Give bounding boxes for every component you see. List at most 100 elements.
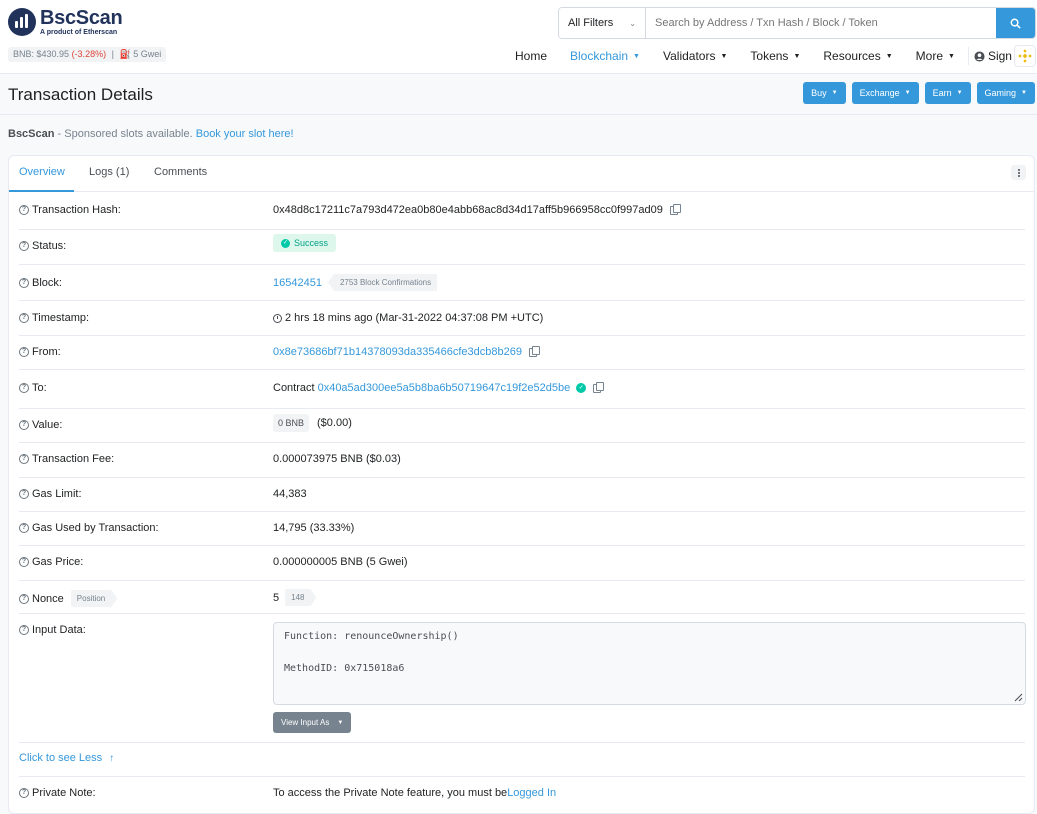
question-icon[interactable]: ? (19, 625, 29, 635)
logo-tagline: A product of Etherscan (40, 29, 118, 36)
earn-button[interactable]: Earn ▼ (924, 82, 971, 104)
nonce-value: 5 (273, 591, 280, 604)
to-label: ? To: (19, 382, 47, 394)
tab-bar: Overview Logs (1) Comments (9, 156, 1034, 192)
block-number-link[interactable]: 16542451 (273, 277, 322, 289)
buy-label: Buy (811, 88, 827, 98)
question-icon[interactable]: ? (19, 241, 29, 251)
question-icon[interactable]: ? (19, 383, 29, 393)
sponsor-brand: BscScan (8, 128, 55, 140)
copy-icon[interactable] (593, 381, 605, 393)
to-contract-prefix: Contract (273, 382, 315, 394)
search-input[interactable] (646, 8, 996, 38)
verified-check-icon: ✓ (576, 383, 587, 393)
tx-hash-value: 0x48d8c17211c7a793d472ea0b80e4abb68ac8d3… (273, 204, 663, 216)
nav-more-label: More (915, 49, 944, 63)
timestamp-value: 2 hrs 18 mins ago (Mar-31-2022 04:37:08 … (285, 312, 544, 324)
copy-icon[interactable] (528, 345, 540, 357)
question-icon[interactable]: ? (19, 593, 29, 604)
usd-value: ($0.00) (317, 417, 352, 429)
from-address-link[interactable]: 0x8e73686bf71b14378093da335466cfe3dcb8b2… (273, 346, 522, 358)
row-tx-hash: ? Transaction Hash: 0x48d8c17211c7a793d47… (19, 192, 1025, 230)
private-note-text: To access the Private Note feature, you … (273, 787, 508, 799)
view-input-as-label: View Input As (281, 718, 330, 727)
status-value-wrap: ✓ Success (273, 234, 337, 252)
question-icon[interactable]: ? (19, 489, 29, 499)
row-transaction-fee: ? Transaction Fee: 0.000073975 BNB ($0.03… (19, 443, 1025, 478)
private-note-label: ? Private Note: (19, 787, 96, 799)
bnb-price-change: (-3.28%) (71, 49, 107, 59)
chevron-down-icon: ▼ (831, 90, 838, 96)
gas-price[interactable]: 5 Gwei (133, 49, 161, 59)
question-icon[interactable]: ? (19, 523, 29, 533)
row-gas-price: ? Gas Price: 0.000000005 BNB (5 Gwei) (19, 546, 1025, 581)
nav-resources[interactable]: Resources ▼ (823, 49, 892, 63)
input-data-textarea[interactable]: Function: renounceOwnership() MethodID: … (273, 622, 1026, 705)
chevron-down-icon: ▼ (956, 90, 963, 96)
view-input-as-button[interactable]: View Input As ▼ (273, 712, 352, 733)
gas-price-label: ? Gas Price: (19, 556, 83, 568)
page-title: Transaction Details (8, 85, 153, 104)
tab-overview[interactable]: Overview (19, 166, 65, 178)
exchange-button[interactable]: Exchange ▼ (851, 82, 919, 104)
nav-tokens[interactable]: Tokens ▼ (750, 49, 800, 63)
price-separator: | (111, 49, 114, 59)
main-nav: Home Blockchain ▼ Validators ▼ Tokens ▼ Res… (515, 46, 1037, 66)
check-circle-icon: ✓ (281, 238, 290, 248)
question-icon[interactable]: ? (19, 278, 29, 288)
block-confirmations-badge: 2753 Block Confirmations (327, 274, 438, 291)
logo-name: BscScan (40, 7, 123, 29)
exchange-label: Exchange (859, 88, 900, 98)
search-bar: All Filters ⌄ (558, 7, 1036, 39)
nav-tokens-label: Tokens (750, 49, 789, 63)
gaming-button[interactable]: Gaming ▼ (976, 82, 1035, 104)
status-badge: ✓ Success (273, 234, 337, 252)
row-gas-used: ? Gas Used by Transaction: 14,795 (33.33%… (19, 512, 1025, 546)
question-icon[interactable]: ? (19, 205, 29, 215)
transaction-details-card: Overview Logs (1) Comments ? Transaction … (8, 155, 1035, 814)
gas-limit-value: 44,383 (273, 488, 307, 500)
question-icon[interactable]: ? (19, 788, 29, 798)
chevron-down-icon: ▼ (633, 52, 640, 60)
question-icon[interactable]: ? (19, 313, 29, 323)
arrow-up-icon: ↑ (109, 752, 115, 764)
logged-in-link[interactable]: Logged In (507, 787, 556, 799)
nav-blockchain[interactable]: Blockchain ▼ (570, 49, 640, 63)
from-label: ? From: (19, 346, 61, 358)
question-icon[interactable]: ? (19, 454, 29, 464)
bnb-network-button[interactable] (1014, 45, 1036, 67)
status-text: Success (294, 238, 329, 248)
bnb-price: BNB: $430.95 (13, 49, 70, 59)
gas-price-value: 0.000000005 BNB (5 Gwei) (273, 556, 408, 568)
input-data-label: ? Input Data: (19, 624, 86, 636)
search-filter-select[interactable]: All Filters ⌄ (559, 8, 646, 38)
tab-comments[interactable]: Comments (154, 166, 207, 178)
gas-limit-label: ? Gas Limit: (19, 488, 82, 500)
input-method-id: MethodID: 0x715018a6 (284, 663, 405, 674)
to-contract-link[interactable]: 0x40a5ad300ee5a5b8ba6b50719647c19f2e52d5… (318, 382, 571, 394)
nav-validators[interactable]: Validators ▼ (663, 49, 727, 63)
see-less-link[interactable]: Click to see Less ↑ (19, 752, 114, 764)
copy-icon[interactable] (669, 203, 681, 215)
gaming-label: Gaming (984, 88, 1017, 98)
timestamp-value-wrap: 2 hrs 18 mins ago (Mar-31-2022 04:37:08 … (273, 312, 543, 324)
more-options-button[interactable] (1011, 165, 1026, 180)
question-icon[interactable]: ? (19, 557, 29, 567)
fee-value: 0.000073975 BNB ($0.03) (273, 453, 401, 465)
nav-home[interactable]: Home (515, 49, 547, 63)
bscscan-logo[interactable]: BscScan A product of Etherscan (8, 7, 123, 36)
book-slot-link[interactable]: Book your slot here! (196, 128, 294, 140)
question-icon[interactable]: ? (19, 347, 29, 357)
value-wrap: 0 BNB ($0.00) (273, 414, 352, 432)
row-private-note: ? Private Note: To access the Private Not… (19, 777, 1025, 813)
tab-logs[interactable]: Logs (1) (89, 166, 129, 178)
logo-icon (8, 8, 36, 36)
question-icon[interactable]: ? (19, 420, 29, 430)
search-button[interactable] (996, 8, 1035, 38)
gas-used-value: 14,795 (33.33%) (273, 522, 355, 534)
resize-handle-icon[interactable] (1013, 692, 1023, 702)
nav-more[interactable]: More ▼ (916, 49, 955, 63)
earn-label: Earn (932, 88, 952, 98)
buy-button[interactable]: Buy ▼ (803, 82, 846, 104)
row-from: ? From: 0x8e73686bf71b14378093da335466cfe… (19, 336, 1025, 370)
